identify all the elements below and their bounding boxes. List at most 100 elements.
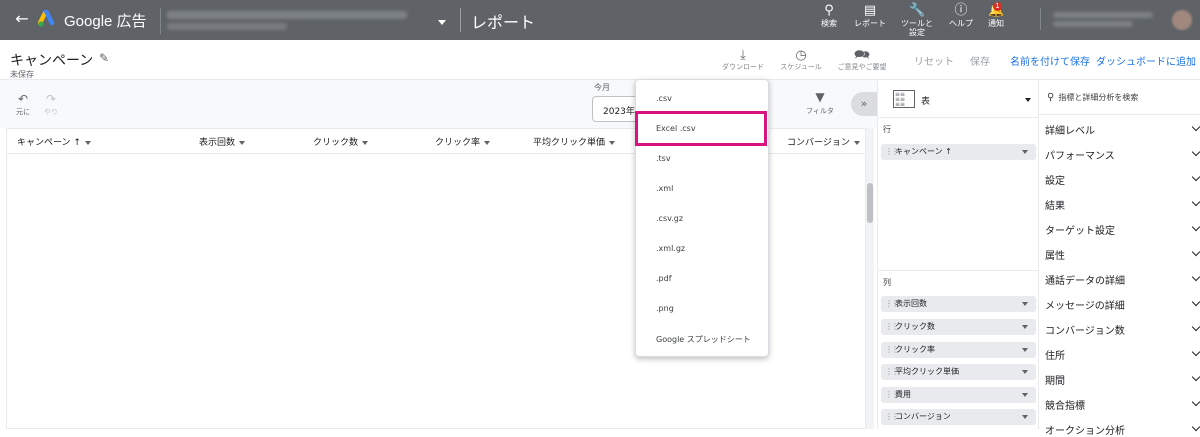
column-chip-avg-cpc[interactable]: ⋮⋮ 平均クリック単価 (881, 364, 1036, 380)
filter-button[interactable]: ▼ フィルタ (806, 90, 834, 115)
column-chip-clicks[interactable]: ⋮⋮ クリック数 (881, 319, 1036, 335)
chevron-down-icon (84, 140, 91, 145)
avatar[interactable] (1172, 10, 1192, 30)
notifications-button[interactable]: 🔔 通知 1 (984, 2, 1008, 28)
chevron-down-icon (1191, 347, 1200, 357)
tools-settings-button[interactable]: 🔧 ツールと設定 (898, 3, 936, 38)
column-header-campaign[interactable]: キャンペーン ↑ (17, 135, 91, 148)
chevron-down-icon (1022, 393, 1028, 397)
download-icon: ⤓ (740, 48, 746, 63)
drag-handle-icon[interactable]: ⋮⋮ (885, 296, 899, 312)
visualization-selector[interactable]: ≡≡ ≡≡ ≡≡ 表 (881, 84, 1037, 114)
chevron-down-icon (1191, 122, 1200, 132)
page-title: キャンペーン (10, 53, 94, 69)
reset-button[interactable]: リセット (914, 53, 954, 68)
rows-drop-zone[interactable]: 行 ⋮⋮ キャンペーン ↑ (878, 122, 1039, 270)
group-conversions[interactable]: コンバージョン数 (1045, 322, 1200, 337)
feedback-button[interactable]: 🗪 ご意見やご要望 (834, 49, 890, 72)
chevron-down-icon (362, 140, 369, 145)
column-chip-impressions[interactable]: ⋮⋮ 表示回数 (881, 296, 1036, 312)
group-targeting[interactable]: ターゲット設定 (1045, 222, 1200, 237)
back-arrow-icon[interactable]: ← (12, 9, 32, 28)
group-message-details[interactable]: メッセージの詳細 (1045, 297, 1200, 312)
user-account-info[interactable] (1040, 8, 1168, 30)
menu-item-tsv[interactable]: .tsv (656, 154, 671, 163)
group-settings[interactable]: 設定 (1045, 172, 1200, 187)
group-competitive-metrics[interactable]: 競合指標 (1045, 397, 1200, 412)
table-icon: ≡≡ ≡≡ ≡≡ (893, 90, 915, 108)
column-header-clicks[interactable]: クリック数 (313, 135, 369, 148)
search-icon: ⚲ (824, 3, 834, 18)
menu-item-csv-gz[interactable]: .csv.gz (656, 214, 683, 223)
schedule-button[interactable]: ◷ スケジュール (778, 49, 824, 72)
menu-item-xml-gz[interactable]: .xml.gz (656, 244, 685, 253)
column-header-impressions[interactable]: 表示回数 (199, 135, 246, 148)
reports-button[interactable]: ▤ レポート (852, 3, 888, 29)
group-performance[interactable]: パフォーマンス (1045, 147, 1200, 162)
drag-handle-icon[interactable]: ⋮⋮ (885, 364, 899, 380)
column-header-avg-cpc[interactable]: 平均クリック単価 (533, 135, 616, 148)
group-attributes[interactable]: 属性 (1045, 247, 1200, 262)
metrics-panel: ⚲ 指標と詳細分析を検索 詳細レベル パフォーマンス 設定 結果 ターゲット設定 … (1038, 80, 1200, 437)
column-chip-cost[interactable]: ⋮⋮ 費用 (881, 387, 1036, 403)
collapse-panel-button[interactable]: » (851, 92, 877, 116)
column-header-ctr[interactable]: クリック率 (435, 135, 491, 148)
wrench-icon: 🔧 (909, 3, 926, 18)
menu-item-csv[interactable]: .csv (656, 94, 672, 103)
pencil-icon[interactable]: ✎ (99, 51, 109, 65)
double-chevron-right-icon: » (860, 97, 868, 110)
download-button[interactable]: ⤓ ダウンロード (720, 49, 766, 72)
rows-label: 行 (883, 125, 891, 134)
notification-badge: 1 (993, 2, 1002, 11)
drag-handle-icon[interactable]: ⋮⋮ (885, 387, 899, 403)
save-as-button[interactable]: 名前を付けて保存 (1010, 53, 1090, 68)
bar-chart-icon: ▤ (863, 3, 877, 18)
google-ads-logo-icon (38, 10, 55, 27)
account-selector[interactable] (160, 8, 450, 34)
chevron-down-icon (1191, 247, 1200, 257)
menu-item-png[interactable]: .png (656, 304, 674, 313)
row-chip-campaign[interactable]: ⋮⋮ キャンペーン ↑ (881, 144, 1036, 160)
drag-handle-icon[interactable]: ⋮⋮ (885, 319, 899, 335)
group-address[interactable]: 住所 (1045, 347, 1200, 362)
drag-handle-icon[interactable]: ⋮⋮ (885, 144, 899, 160)
chevron-down-icon (1022, 415, 1028, 419)
group-auction-insights[interactable]: オークション分析 (1045, 422, 1200, 437)
column-header-conversions[interactable]: コンバージョン (787, 135, 860, 148)
chevron-down-icon (1191, 422, 1200, 432)
drag-handle-icon[interactable]: ⋮⋮ (885, 342, 899, 358)
group-period[interactable]: 期間 (1045, 372, 1200, 387)
column-chip-conversions[interactable]: ⋮⋮ コンバージョン (881, 409, 1036, 425)
chevron-down-icon (609, 140, 616, 145)
section-title: レポート (471, 13, 536, 32)
undo-button[interactable]: ↶ 元に (16, 93, 30, 116)
table-scrollbar[interactable] (866, 128, 874, 429)
chevron-down-icon (438, 20, 446, 25)
menu-item-pdf[interactable]: .pdf (656, 274, 672, 283)
group-call-details[interactable]: 通話データの詳細 (1045, 272, 1200, 287)
group-detail-level[interactable]: 詳細レベル (1045, 122, 1200, 137)
help-button[interactable]: ⓘ ヘルプ (946, 4, 976, 29)
search-icon: ⚲ (1047, 92, 1055, 103)
add-to-dashboard-button[interactable]: ダッシュボードに追加 (1096, 53, 1196, 68)
report-header: キャンペーン ✎ 未保存 ⤓ ダウンロード ◷ スケジュール 🗪 ご意見やご要望… (0, 40, 1200, 80)
date-range-label: 今月 (594, 83, 610, 92)
search-button[interactable]: ⚲ 検索 (816, 3, 842, 29)
group-results[interactable]: 結果 (1045, 197, 1200, 212)
report-editor-panel: ≡≡ ≡≡ ≡≡ 表 行 ⋮⋮ キャンペーン ↑ 列 ⋮⋮ 表示回数 ⋮⋮ クリック数 … (877, 80, 1039, 429)
chevron-down-icon (1191, 372, 1200, 382)
metrics-search-input[interactable]: ⚲ 指標と詳細分析を検索 (1047, 92, 1138, 103)
column-chip-ctr[interactable]: ⋮⋮ クリック率 (881, 342, 1036, 358)
columns-label: 列 (883, 278, 891, 287)
drag-handle-icon[interactable]: ⋮⋮ (885, 409, 899, 425)
menu-item-google-sheets[interactable]: Google スプレッドシート (656, 334, 751, 345)
highlight-box (635, 111, 767, 146)
save-button[interactable]: 保存 (970, 53, 990, 68)
chevron-down-icon (1191, 272, 1200, 282)
filter-icon: ▼ (815, 90, 825, 104)
menu-item-xml[interactable]: .xml (656, 184, 673, 193)
columns-drop-zone[interactable]: 列 ⋮⋮ 表示回数 ⋮⋮ クリック数 ⋮⋮ クリック率 ⋮⋮ 平均クリック単価 ⋮⋮ 費用… (878, 278, 1039, 429)
chevron-down-icon (1022, 150, 1028, 154)
redo-button[interactable]: ↷ やり (44, 93, 58, 116)
chevron-down-icon (1022, 325, 1028, 329)
